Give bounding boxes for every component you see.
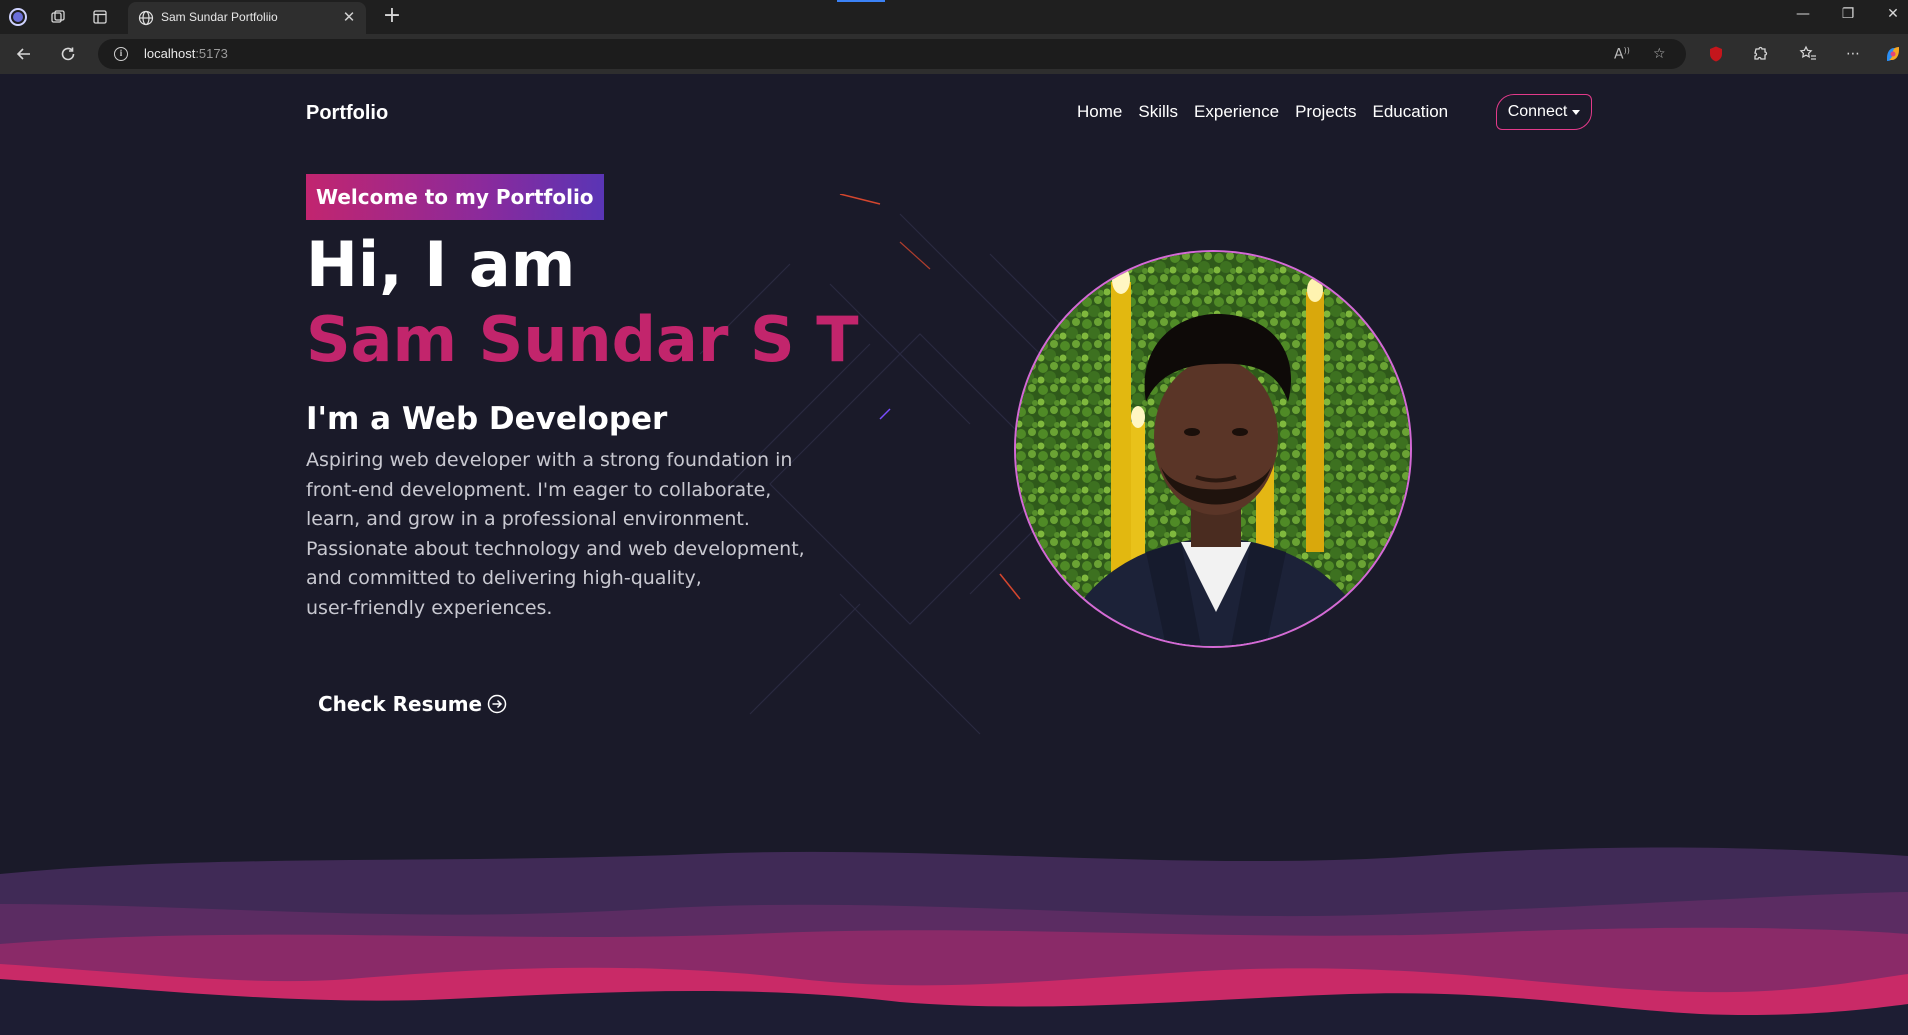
- caret-down-icon: [1572, 109, 1581, 115]
- more-options-icon[interactable]: ⋯: [1842, 43, 1864, 65]
- page-viewport: Portfolio Home Skills Experience Project…: [0, 74, 1908, 1035]
- browser-title-bar: Sam Sundar Portfoliio ✕ + — ❐ ✕: [0, 0, 1908, 34]
- nav-link-education[interactable]: Education: [1373, 102, 1449, 122]
- address-bar[interactable]: i localhost:5173 A)) ☆: [98, 39, 1686, 69]
- close-window-button[interactable]: ✕: [1878, 6, 1908, 26]
- check-resume-button[interactable]: Check Resume: [318, 692, 507, 716]
- connect-label: Connect: [1507, 103, 1568, 120]
- welcome-badge: Welcome to my Portfolio: [306, 174, 604, 220]
- profile-circle-icon[interactable]: [8, 7, 28, 27]
- favorites-icon[interactable]: [1797, 43, 1819, 65]
- browser-tab-active[interactable]: Sam Sundar Portfoliio ✕: [128, 2, 366, 34]
- restore-button[interactable]: ❐: [1833, 6, 1863, 26]
- back-arrow-icon[interactable]: [13, 43, 35, 65]
- profile-photo: [1014, 250, 1412, 648]
- tab-close-icon[interactable]: ✕: [340, 8, 358, 26]
- site-brand[interactable]: Portfolio: [306, 102, 388, 125]
- nav-link-home[interactable]: Home: [1077, 102, 1122, 122]
- decorative-waves: [0, 847, 1908, 1035]
- nav-links: Home Skills Experience Projects Educatio…: [1077, 102, 1464, 122]
- nav-link-experience[interactable]: Experience: [1194, 102, 1279, 122]
- url-port: :5173: [195, 46, 228, 61]
- copilot-icon[interactable]: [1882, 43, 1904, 65]
- favorite-star-icon[interactable]: ☆: [1653, 46, 1666, 62]
- about-line: Aspiring web developer with a strong fou…: [306, 449, 793, 471]
- hero-role: I'm a Web Developer: [306, 401, 668, 437]
- browser-toolbar: i localhost:5173 A)) ☆ ⋯: [0, 34, 1908, 74]
- arrow-right-circle-icon: [487, 694, 507, 714]
- site-navbar: Portfolio Home Skills Experience Project…: [0, 74, 1908, 154]
- minimize-button[interactable]: —: [1788, 6, 1818, 26]
- hero-name: Sam Sundar S T: [306, 303, 859, 376]
- info-icon[interactable]: i: [114, 47, 128, 61]
- ublock-icon[interactable]: [1705, 43, 1727, 65]
- profile-photo-illustration: [1016, 252, 1410, 646]
- about-line: front-end development. I'm eager to coll…: [306, 478, 772, 501]
- resume-label: Check Resume: [318, 692, 483, 716]
- connect-dropdown-button[interactable]: Connect: [1496, 94, 1592, 130]
- new-tab-button[interactable]: +: [380, 3, 404, 28]
- tab-actions-icon[interactable]: [90, 7, 110, 27]
- globe-icon: [138, 10, 154, 26]
- nav-link-projects[interactable]: Projects: [1295, 102, 1356, 122]
- url-host: localhost: [144, 46, 196, 61]
- about-line: and committed to delivering high-quality…: [306, 567, 702, 589]
- about-line: learn, and grow in a professional enviro…: [306, 508, 750, 530]
- about-line: Passionate about technology and web deve…: [306, 537, 805, 560]
- refresh-icon[interactable]: [57, 43, 79, 65]
- hero-about: Aspiring web developer with a strong fou…: [306, 446, 806, 623]
- hero-greeting: Hi, I am: [306, 228, 576, 301]
- read-aloud-icon[interactable]: A)): [1614, 46, 1630, 63]
- nav-link-skills[interactable]: Skills: [1138, 102, 1178, 122]
- tab-indicator: [837, 0, 885, 2]
- tab-title: Sam Sundar Portfoliio: [161, 10, 278, 24]
- url-text[interactable]: localhost:5173: [144, 46, 228, 61]
- extensions-icon[interactable]: [1749, 43, 1771, 65]
- about-line: user-friendly experiences.: [306, 596, 553, 619]
- workspaces-icon[interactable]: [48, 7, 68, 27]
